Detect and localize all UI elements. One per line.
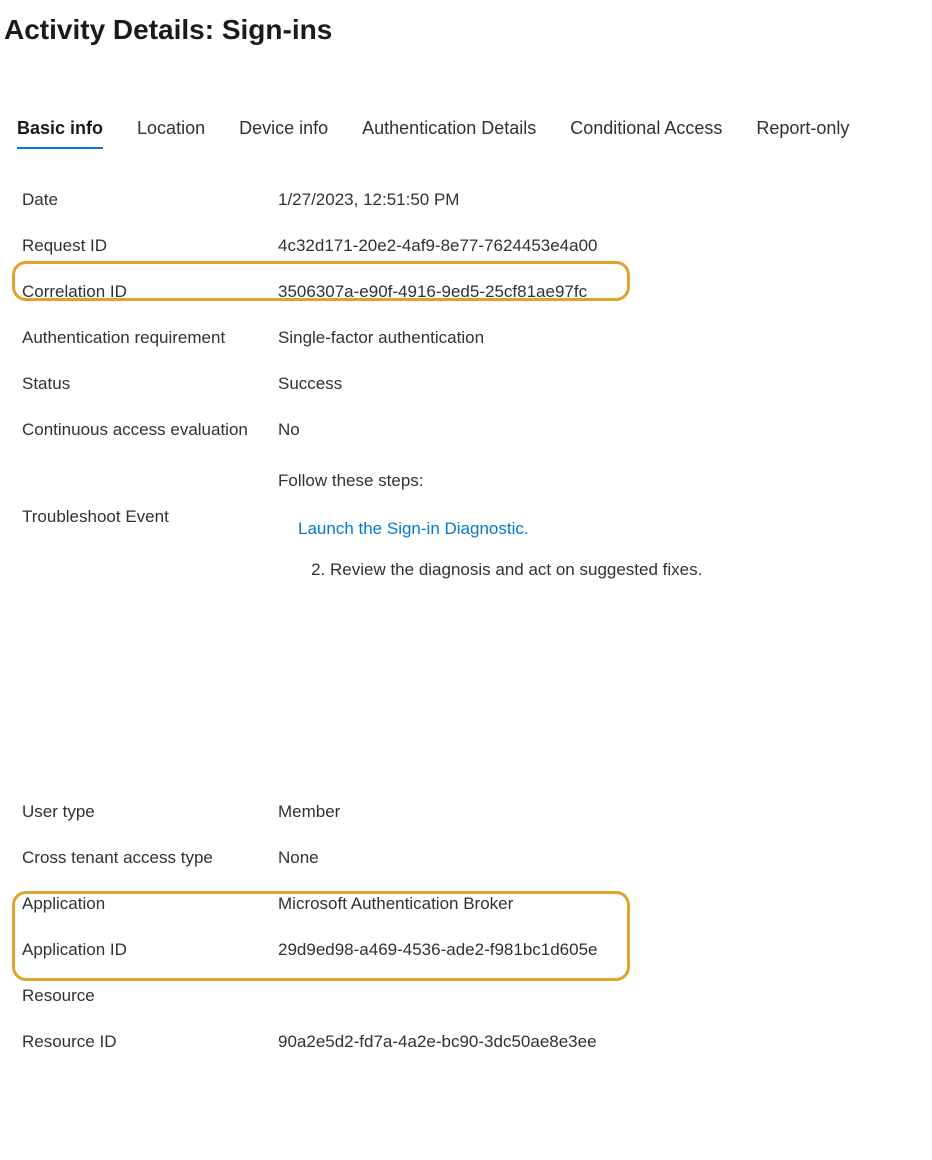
application-id-label: Application ID: [22, 940, 278, 960]
troubleshoot-step-2: Review the diagnosis and act on suggeste…: [330, 550, 702, 591]
tab-device-info[interactable]: Device info: [239, 118, 328, 147]
row-resource-id: Resource ID 90a2e5d2-fd7a-4a2e-bc90-3dc5…: [22, 1019, 932, 1065]
cae-value: No: [278, 420, 300, 440]
resource-id-label: Resource ID: [22, 1032, 278, 1052]
cross-tenant-value: None: [278, 848, 319, 868]
status-value: Success: [278, 374, 342, 394]
tab-report-only[interactable]: Report-only: [756, 118, 849, 147]
section-basic-info-bottom: User type Member Cross tenant access typ…: [22, 789, 932, 1065]
troubleshoot-intro: Follow these steps:: [278, 471, 702, 491]
application-label: Application: [22, 894, 278, 914]
auth-req-label: Authentication requirement: [22, 328, 278, 348]
row-application: Application Microsoft Authentication Bro…: [22, 881, 932, 927]
user-type-label: User type: [22, 802, 278, 822]
correlation-id-value: 3506307a-e90f-4916-9ed5-25cf81ae97fc: [278, 282, 587, 302]
tab-location[interactable]: Location: [137, 118, 205, 147]
application-id-value: 29d9ed98-a469-4536-ade2-f981bc1d605e: [278, 940, 598, 960]
tabs: Basic info Location Device info Authenti…: [17, 118, 932, 147]
page-title: Activity Details: Sign-ins: [4, 14, 932, 46]
tab-conditional-access[interactable]: Conditional Access: [570, 118, 722, 147]
row-cross-tenant-access-type: Cross tenant access type None: [22, 835, 932, 881]
status-label: Status: [22, 374, 278, 394]
user-type-value: Member: [278, 802, 340, 822]
troubleshoot-label: Troubleshoot Event: [22, 507, 278, 527]
row-status: Status Success: [22, 361, 932, 407]
row-continuous-access-evaluation: Continuous access evaluation No: [22, 407, 932, 453]
resource-id-value: 90a2e5d2-fd7a-4a2e-bc90-3dc50ae8e3ee: [278, 1032, 597, 1052]
correlation-id-label: Correlation ID: [22, 282, 278, 302]
resource-label: Resource: [22, 986, 278, 1006]
cae-label: Continuous access evaluation: [22, 420, 278, 440]
row-resource: Resource: [22, 973, 932, 1019]
request-id-value: 4c32d171-20e2-4af9-8e77-7624453e4a00: [278, 236, 598, 256]
tab-basic-info[interactable]: Basic info: [17, 118, 103, 147]
section-basic-info-top: Date 1/27/2023, 12:51:50 PM Request ID 4…: [22, 177, 932, 591]
date-value: 1/27/2023, 12:51:50 PM: [278, 190, 459, 210]
row-authentication-requirement: Authentication requirement Single-factor…: [22, 315, 932, 361]
launch-sign-in-diagnostic-link[interactable]: Launch the Sign-in Diagnostic.: [288, 519, 529, 538]
request-id-label: Request ID: [22, 236, 278, 256]
row-application-id: Application ID 29d9ed98-a469-4536-ade2-f…: [22, 927, 932, 973]
date-label: Date: [22, 190, 278, 210]
auth-req-value: Single-factor authentication: [278, 328, 484, 348]
row-user-type: User type Member: [22, 789, 932, 835]
application-value: Microsoft Authentication Broker: [278, 894, 513, 914]
cross-tenant-label: Cross tenant access type: [22, 848, 278, 868]
tab-authentication-details[interactable]: Authentication Details: [362, 118, 536, 147]
row-request-id: Request ID 4c32d171-20e2-4af9-8e77-76244…: [22, 223, 932, 269]
row-date: Date 1/27/2023, 12:51:50 PM: [22, 177, 932, 223]
troubleshoot-block: Troubleshoot Event Follow these steps: L…: [22, 471, 932, 591]
row-correlation-id: Correlation ID 3506307a-e90f-4916-9ed5-2…: [22, 269, 932, 315]
